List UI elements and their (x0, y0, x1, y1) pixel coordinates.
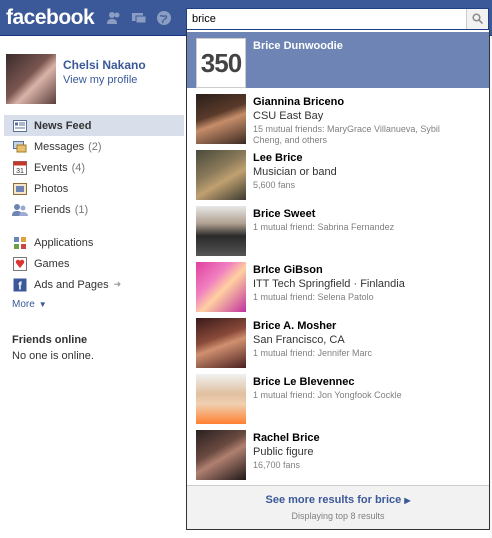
profile-avatar[interactable] (6, 54, 56, 104)
nav-item-games[interactable]: Games (4, 253, 184, 274)
result-name: Lee Brice (253, 152, 303, 164)
left-nav: News Feed Messages (2) 31 Events (4) Pho… (4, 115, 184, 313)
see-more-link[interactable]: See more results for brice ▶ (187, 494, 489, 506)
left-column: Chelsi Nakano View my profile News Feed … (0, 36, 186, 538)
notifications-globe-icon[interactable] (156, 10, 172, 26)
search-results-dropdown: 350 Brice Dunwoodie Giannina Briceno CSU… (186, 30, 490, 530)
search-result[interactable]: Rachel Brice Public figure 16,700 fans (187, 424, 489, 480)
result-fans: 5,600 fans (253, 180, 296, 190)
ads-pages-icon: f (12, 277, 28, 293)
result-name: Brice A. Mosher (253, 320, 337, 332)
search-icon (472, 13, 483, 24)
nav-label: Events (34, 161, 68, 174)
result-thumbnail (196, 318, 246, 368)
friends-online-heading: Friends online (12, 334, 88, 346)
see-more-label: See more results for brice (265, 494, 402, 506)
nav-label: Ads and Pages (34, 278, 109, 291)
profile-name[interactable]: Chelsi Nakano (63, 58, 146, 72)
search-button[interactable] (466, 9, 488, 29)
nav-count: (1) (74, 203, 89, 216)
result-thumbnail (196, 94, 246, 144)
messages-jewel-icon[interactable] (131, 10, 147, 26)
svg-text:f: f (18, 280, 22, 292)
messages-icon (12, 139, 28, 155)
result-thumbnail (196, 206, 246, 256)
result-mutual: 1 mutual friend: Jennifer Marc (253, 348, 373, 358)
nav-item-ads-pages[interactable]: f Ads and Pages ➜ (4, 274, 184, 295)
result-detail: CSU East Bay (253, 110, 324, 122)
result-name: Brice Le Blevennec (253, 376, 355, 388)
nav-count: (4) (71, 161, 86, 174)
result-thumbnail (196, 430, 246, 480)
search-result[interactable]: Brice Le Blevennec 1 mutual friend: Jon … (187, 368, 489, 424)
result-detail: Musician or band (253, 166, 337, 178)
result-thumbnail: 350 (196, 38, 246, 88)
nav-item-applications[interactable]: Applications (4, 232, 184, 253)
result-name: Brice Sweet (253, 208, 316, 220)
nav-label: News Feed (34, 119, 92, 132)
result-mutual: 1 mutual friend: Jon Yongfook Cockle (253, 390, 402, 400)
result-fans: 16,700 fans (253, 460, 301, 470)
more-link[interactable]: More ▼ (4, 295, 184, 313)
events-icon: 31 (12, 160, 28, 176)
search-result[interactable]: 350 Brice Dunwoodie (187, 32, 489, 88)
photos-icon (12, 181, 28, 197)
applications-icon (12, 235, 28, 251)
nav-item-news-feed[interactable]: News Feed (4, 115, 184, 136)
result-thumbnail (196, 150, 246, 200)
games-icon (12, 256, 28, 272)
nav-item-messages[interactable]: Messages (2) (4, 136, 184, 157)
results-count: Displaying top 8 results (291, 511, 385, 521)
friend-requests-icon[interactable] (106, 10, 122, 26)
result-thumb-text: 350 (200, 47, 242, 78)
nav-label: Messages (34, 140, 85, 153)
nav-item-events[interactable]: 31 Events (4) (4, 157, 184, 178)
result-name: Rachel Brice (253, 432, 320, 444)
nav-label: Photos (34, 182, 69, 195)
result-mutual: 1 mutual friend: Selena Patolo (253, 292, 374, 302)
news-feed-icon (12, 118, 28, 134)
see-more-results[interactable]: See more results for brice ▶ Displaying … (187, 485, 489, 529)
search-box[interactable] (186, 8, 489, 30)
nav-item-friends[interactable]: Friends (1) (4, 199, 184, 220)
nav-label: Friends (34, 203, 71, 216)
search-result[interactable]: Giannina Briceno CSU East Bay 15 mutual … (187, 88, 489, 145)
search-result[interactable]: Lee Brice Musician or band 5,600 fans (187, 144, 489, 200)
result-mutual: 15 mutual friends: MaryGrace Villanueva,… (253, 124, 440, 134)
result-thumbnail (196, 262, 246, 312)
result-detail: San Francisco, CA (253, 334, 345, 346)
result-name: Brice Dunwoodie (253, 40, 343, 52)
result-name: BrIce GiBson (253, 264, 323, 276)
nav-item-photos[interactable]: Photos (4, 178, 184, 199)
facebook-logo[interactable]: facebook (6, 6, 95, 30)
more-label: More (12, 298, 35, 310)
view-profile-link[interactable]: View my profile (63, 74, 137, 86)
result-thumbnail (196, 374, 246, 424)
svg-text:31: 31 (16, 168, 24, 175)
search-input[interactable] (187, 9, 465, 29)
nav-count: (2) (88, 140, 102, 153)
result-detail: ITT Tech Springfield · Finlandia (253, 278, 405, 290)
result-detail: Public figure (253, 446, 314, 458)
chevron-right-icon: ▶ (404, 496, 411, 505)
friends-online-status: No one is online. (12, 350, 94, 362)
search-result[interactable]: BrIce GiBson ITT Tech Springfield · Finl… (187, 256, 489, 312)
search-result[interactable]: Brice Sweet 1 mutual friend: Sabrina Fer… (187, 200, 489, 256)
result-mutual: 1 mutual friend: Sabrina Fernandez (253, 222, 395, 232)
result-name: Giannina Briceno (253, 96, 345, 108)
friends-icon (12, 202, 28, 218)
nav-label: Games (34, 257, 70, 270)
nav-label: Applications (34, 236, 94, 249)
arrow-right-icon: ➜ (113, 279, 122, 289)
search-result[interactable]: Brice A. Mosher San Francisco, CA 1 mutu… (187, 312, 489, 368)
chevron-down-icon: ▼ (38, 299, 47, 309)
